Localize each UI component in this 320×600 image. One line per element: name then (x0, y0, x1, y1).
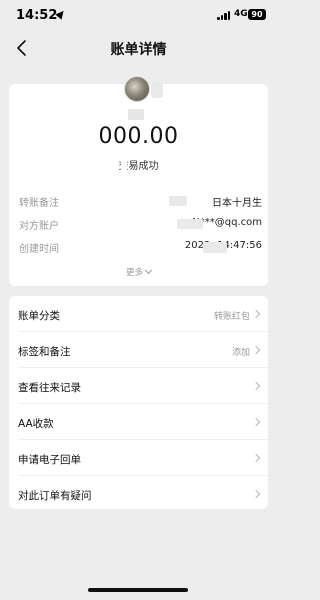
detail-label: 对方账户 (19, 221, 59, 232)
chevron-down-icon (144, 266, 153, 275)
avatar (124, 76, 150, 102)
redaction-patch (151, 82, 163, 98)
action-electronic-receipt[interactable]: 申请电子回单 (9, 440, 268, 476)
amount: 000.00 (98, 124, 179, 149)
chevron-right-icon (251, 309, 261, 319)
action-order-question[interactable]: 对此订单有疑问 (9, 476, 268, 512)
redaction-patch (177, 219, 203, 229)
detail-row-created-time: 创建时间 2023- 14:47:56 (19, 240, 264, 256)
action-label: 查看往来记录 (18, 382, 81, 394)
action-label: 标签和备注 (18, 346, 71, 358)
signal-icon (217, 10, 231, 20)
summary-card: 000.00 交易成功 转账备注 日本十月生 对方账户 N***@qq.com … (9, 76, 268, 286)
chevron-right-icon (251, 489, 261, 499)
nav-bar: 账单详情 (0, 32, 277, 66)
action-label: 申请电子回单 (18, 454, 81, 466)
bill-detail-page: 14:52 4G 90 账单详情 000.00 交易成功 转账备注 日本十月生 (0, 0, 277, 600)
trade-status: 交易成功 (118, 161, 159, 172)
status-bar: 14:52 4G 90 (0, 0, 277, 32)
action-label: 账单分类 (18, 310, 60, 322)
chevron-right-icon (251, 345, 261, 355)
action-label: AA收款 (18, 418, 54, 430)
battery-icon: 90 (248, 9, 266, 20)
redaction-patch (121, 158, 127, 170)
action-value: 添加 (231, 348, 250, 358)
detail-value: 日本十月生 (212, 198, 262, 209)
page-title: 账单详情 (110, 42, 167, 58)
more-toggle[interactable]: 更多 (9, 266, 268, 278)
actions-card: 账单分类 转账红包 标签和备注 添加 查看往来记录 AA收款 申请电子回单 对此… (9, 296, 268, 509)
redaction-patch (203, 242, 227, 253)
action-view-history[interactable]: 查看往来记录 (9, 368, 268, 404)
action-bill-category[interactable]: 账单分类 转账红包 (9, 296, 268, 332)
redaction-patch (128, 109, 144, 120)
detail-label: 转账备注 (19, 198, 59, 209)
action-tags-notes[interactable]: 标签和备注 添加 (9, 332, 268, 368)
more-label: 更多 (125, 268, 143, 278)
action-aa-collect[interactable]: AA收款 (9, 404, 268, 440)
detail-row-account: 对方账户 N***@qq.com (19, 217, 264, 233)
chevron-right-icon (251, 381, 261, 391)
network-type: 4G (234, 9, 248, 19)
detail-label: 创建时间 (19, 244, 59, 255)
action-label: 对此订单有疑问 (18, 490, 92, 502)
redaction-patch (169, 196, 187, 206)
chevron-right-icon (251, 453, 261, 463)
detail-row-remark: 转账备注 日本十月生 (19, 194, 264, 210)
chevron-right-icon (251, 417, 261, 427)
status-time: 14:52 (16, 8, 58, 23)
home-indicator (88, 588, 188, 592)
action-value: 转账红包 (213, 312, 250, 322)
